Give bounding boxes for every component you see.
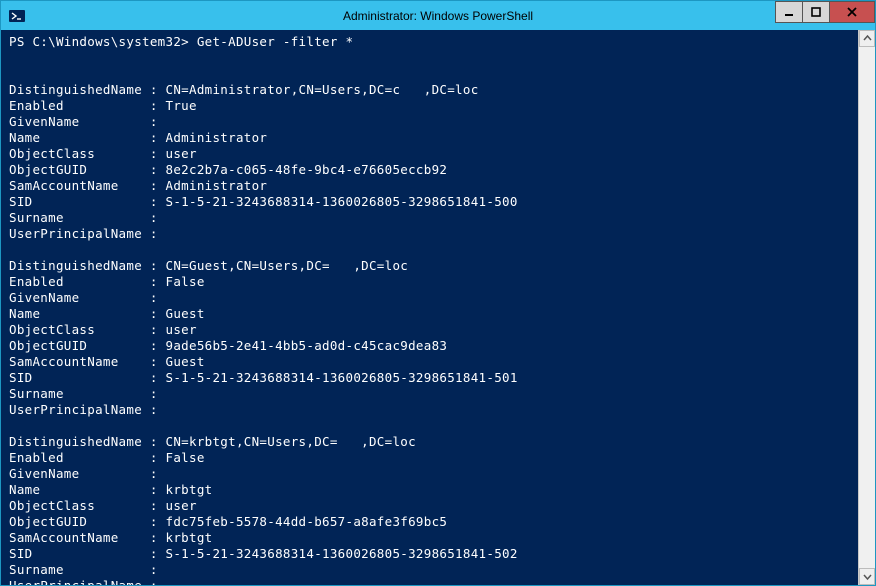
scroll-up-arrow[interactable] [859,30,875,47]
close-button[interactable] [829,1,875,23]
vertical-scrollbar[interactable] [858,30,875,585]
scroll-down-arrow[interactable] [859,568,875,585]
maximize-button[interactable] [802,1,830,23]
scroll-track[interactable] [859,47,875,568]
minimize-button[interactable] [775,1,803,23]
powershell-window: Administrator: Windows PowerShell PS C:\… [0,0,876,586]
window-title: Administrator: Windows PowerShell [1,9,875,23]
window-controls [776,1,875,23]
title-bar[interactable]: Administrator: Windows PowerShell [1,1,875,30]
powershell-icon [9,8,25,24]
console-output[interactable]: PS C:\Windows\system32> Get-ADUser -filt… [1,30,858,585]
client-area: PS C:\Windows\system32> Get-ADUser -filt… [1,30,875,585]
